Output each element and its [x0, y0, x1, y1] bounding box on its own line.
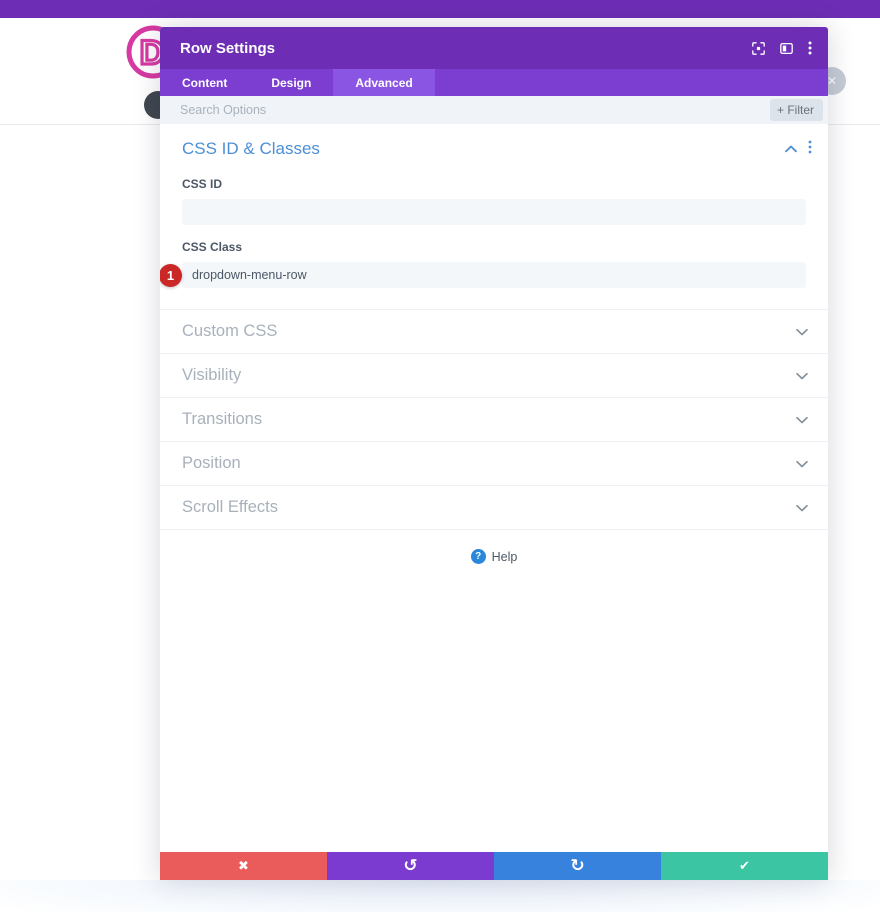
help-label: Help [492, 550, 518, 564]
css-class-label: CSS Class [182, 240, 806, 254]
filter-button[interactable]: + Filter [770, 99, 823, 121]
save-icon: ✔ [739, 860, 750, 873]
search-options-input[interactable] [180, 103, 770, 117]
modal-tabs: Content Design Advanced [160, 69, 828, 96]
focus-preview-icon[interactable] [752, 42, 765, 55]
section-transitions[interactable]: Transitions [160, 398, 828, 442]
section-menu-icon[interactable] [808, 140, 812, 159]
css-class-input[interactable] [182, 262, 806, 288]
redo-icon: ↻ [570, 858, 584, 875]
section-custom-css[interactable]: Custom CSS [160, 310, 828, 354]
help-link[interactable]: ? Help [160, 549, 828, 564]
help-icon: ? [471, 549, 486, 564]
panel-layout-icon[interactable] [780, 42, 793, 55]
undo-button[interactable]: ↺ [327, 852, 494, 880]
page-bottom-area [0, 880, 880, 912]
cancel-button[interactable]: ✖ [160, 852, 327, 880]
section-scroll-effects[interactable]: Scroll Effects [160, 486, 828, 530]
section-title: CSS ID & Classes [182, 139, 785, 159]
page-top-bar [0, 0, 880, 18]
section-visibility[interactable]: Visibility [160, 354, 828, 398]
search-options-row: + Filter [160, 96, 828, 124]
css-id-classes-section-header[interactable]: CSS ID & Classes [160, 124, 828, 165]
modal-header: Row Settings [160, 27, 828, 69]
css-id-input[interactable] [182, 199, 806, 225]
chevron-down-icon [796, 411, 808, 429]
chevron-down-icon [796, 367, 808, 385]
tab-content[interactable]: Content [160, 69, 249, 96]
cancel-icon: ✖ [238, 860, 249, 873]
chevron-down-icon [796, 455, 808, 473]
save-button[interactable]: ✔ [661, 852, 828, 880]
chevron-down-icon [796, 323, 808, 341]
modal-title: Row Settings [180, 40, 752, 57]
chevron-down-icon [796, 499, 808, 517]
css-id-label: CSS ID [182, 177, 806, 191]
section-position[interactable]: Position [160, 442, 828, 486]
step-badge: 1 [160, 264, 182, 287]
row-settings-modal: Row Settings Content Des [160, 27, 828, 880]
modal-footer: ✖ ↺ ↻ ✔ [160, 852, 828, 880]
close-icon: ✕ [827, 74, 837, 88]
more-options-icon[interactable] [808, 41, 812, 55]
tab-design[interactable]: Design [249, 69, 333, 96]
redo-button[interactable]: ↻ [494, 852, 661, 880]
tab-advanced[interactable]: Advanced [333, 69, 434, 96]
undo-icon: ↺ [403, 858, 417, 875]
collapsed-sections: Custom CSS Visibility Transitions Positi… [160, 309, 828, 530]
modal-body: CSS ID & Classes CSS ID CSS Class 1 [160, 124, 828, 852]
chevron-up-icon[interactable] [785, 140, 797, 158]
